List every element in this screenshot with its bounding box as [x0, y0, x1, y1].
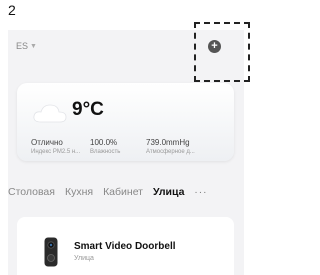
home-selector[interactable]: ES ▼ — [16, 41, 37, 51]
video-doorbell-icon — [44, 237, 58, 267]
humidity-metric: 100.0% Влажность — [90, 138, 120, 155]
tab-outdoor[interactable]: Улица — [153, 186, 184, 198]
humidity-label: Влажность — [90, 149, 121, 155]
home-name: ES — [16, 41, 29, 51]
humidity-value: 100.0% — [90, 138, 118, 147]
temperature-value: 9°C — [72, 99, 104, 120]
device-name: Smart Video Doorbell — [74, 241, 176, 252]
chevron-down-icon: ▼ — [30, 42, 37, 50]
highlight-box — [194, 22, 250, 82]
pressure-label: Атмосферное д... — [146, 149, 195, 155]
air-quality-metric: Отлично Индекс PM2.5 н... — [31, 138, 80, 155]
device-room: Улица — [74, 255, 94, 262]
more-tabs-button[interactable]: ··· — [194, 187, 207, 198]
tab-dining-room[interactable]: Столовая — [8, 186, 55, 198]
air-quality-label: Индекс PM2.5 н... — [31, 149, 81, 155]
tab-study[interactable]: Кабинет — [103, 186, 143, 198]
weather-card[interactable]: 9°C Отлично Индекс PM2.5 н... 100.0% Вла… — [17, 83, 234, 161]
tab-kitchen[interactable]: Кухня — [65, 186, 93, 198]
air-quality-value: Отлично — [31, 138, 63, 147]
device-card[interactable]: Smart Video Doorbell Улица — [17, 217, 234, 275]
pressure-value: 739.0mmHg — [146, 138, 190, 147]
step-number: 2 — [8, 2, 16, 18]
cloud-icon — [33, 104, 67, 123]
pressure-metric: 739.0mmHg Атмосферное д... — [146, 138, 195, 155]
app-screen: ES ▼ + 9°C Отлично Индекс PM2.5 н... 100… — [8, 22, 250, 275]
room-tabs: Столовая Кухня Кабинет Улица ··· — [8, 186, 244, 198]
